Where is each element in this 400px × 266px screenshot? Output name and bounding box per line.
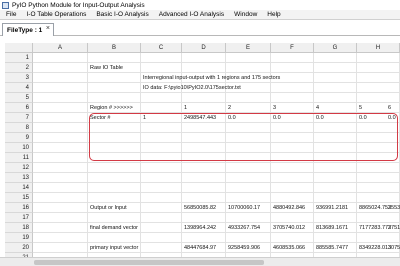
row-header-4[interactable]: 4 xyxy=(5,83,33,93)
cell-g7[interactable]: 0.0 xyxy=(315,113,324,123)
cell-f20[interactable]: 4608535.066 xyxy=(272,243,305,253)
row-header-2[interactable]: 2 xyxy=(5,63,33,73)
gridline-horizontal xyxy=(33,152,400,153)
row-header-16[interactable]: 16 xyxy=(5,203,33,213)
menu-window[interactable]: Window xyxy=(234,11,257,18)
cell-e20[interactable]: 9258459.906 xyxy=(227,243,260,253)
menu-advanced-io-analysis[interactable]: Advanced I-O Analysis xyxy=(159,11,224,18)
column-header-h[interactable]: H xyxy=(357,43,400,53)
menu-bar: File I-O Table Operations Basic I-O Anal… xyxy=(0,10,400,20)
cell-b20[interactable]: primary input vector xyxy=(89,243,138,253)
row-header-7[interactable]: 7 xyxy=(5,113,33,123)
column-header-d[interactable]: D xyxy=(182,43,226,53)
cell-e6[interactable]: 2 xyxy=(227,103,231,113)
cell-g18[interactable]: 813689.1671 xyxy=(315,223,348,233)
cell-d6[interactable]: 1 xyxy=(183,103,187,113)
app-icon xyxy=(2,1,9,9)
scrollbar-thumb[interactable] xyxy=(34,260,264,265)
cell-b2[interactable]: Raw IO Table xyxy=(89,63,123,73)
row-header-15[interactable]: 15 xyxy=(5,193,33,203)
column-header-f[interactable]: F xyxy=(271,43,314,53)
menu-help[interactable]: Help xyxy=(267,11,280,18)
cell-h7[interactable]: 0.0 xyxy=(358,113,367,123)
cell-f6[interactable]: 3 xyxy=(272,103,276,113)
cell-g6[interactable]: 4 xyxy=(315,103,319,113)
title-bar: PyIO Python Module for Input-Output Anal… xyxy=(0,0,400,10)
menu-basic-io-analysis[interactable]: Basic I-O Analysis xyxy=(96,11,148,18)
window-title: PyIO Python Module for Input-Output Anal… xyxy=(12,1,145,9)
grid-corner[interactable] xyxy=(5,43,33,53)
column-header-b[interactable]: B xyxy=(88,43,141,53)
cell-e7[interactable]: 0.0 xyxy=(227,113,236,123)
gridline-horizontal xyxy=(33,192,400,193)
row-header-12[interactable]: 12 xyxy=(5,163,33,173)
row-header-3[interactable]: 3 xyxy=(5,73,33,83)
cell-d7[interactable]: 2498547.443 xyxy=(183,113,216,123)
column-header-g[interactable]: G xyxy=(314,43,357,53)
cell-f16[interactable]: 4880492.846 xyxy=(272,203,305,213)
row-header-6[interactable]: 6 xyxy=(5,103,33,113)
cell-f7[interactable]: 0.0 xyxy=(272,113,281,123)
cell-i7[interactable]: 0.0 xyxy=(387,113,396,123)
menu-io-table-operations[interactable]: I-O Table Operations xyxy=(26,11,86,18)
cell-i16[interactable]: 35538 xyxy=(387,203,400,213)
cell-d20[interactable]: 48447684.97 xyxy=(183,243,216,253)
row-header-13[interactable]: 13 xyxy=(5,173,33,183)
tab-filetype-1[interactable]: FileType : 1 × xyxy=(2,23,54,36)
cell-d16[interactable]: 56850085.82 xyxy=(183,203,216,213)
row-header-18[interactable]: 18 xyxy=(5,223,33,233)
row-header-11[interactable]: 11 xyxy=(5,153,33,163)
cell-e18[interactable]: 4933267.754 xyxy=(227,223,260,233)
gridline-horizontal xyxy=(33,172,400,173)
row-header-19[interactable]: 19 xyxy=(5,233,33,243)
row-header-17[interactable]: 17 xyxy=(5,213,33,223)
cell-c3[interactable]: Interregional input-output with 1 region… xyxy=(142,73,280,83)
cell-e16[interactable]: 10700060.17 xyxy=(227,203,260,213)
tab-close-icon[interactable]: × xyxy=(46,25,50,32)
cell-i20[interactable]: 30753 xyxy=(387,243,400,253)
cell-b18[interactable]: final demand vector xyxy=(89,223,138,233)
row-header-10[interactable]: 10 xyxy=(5,143,33,153)
cell-f18[interactable]: 3705740.012 xyxy=(272,223,305,233)
cell-h6[interactable]: 5 xyxy=(358,103,362,113)
row-header-9[interactable]: 9 xyxy=(5,133,33,143)
row-header-20[interactable]: 20 xyxy=(5,243,33,253)
column-header-c[interactable]: C xyxy=(141,43,182,53)
cell-g20[interactable]: 885585.7477 xyxy=(315,243,348,253)
cell-g16[interactable]: 936991.2181 xyxy=(315,203,348,213)
gridline-horizontal xyxy=(33,142,400,143)
cell-b6[interactable]: Region # >>>>>> xyxy=(89,103,133,113)
row-header-1[interactable]: 1 xyxy=(5,53,33,63)
gridline-horizontal xyxy=(33,162,400,163)
gridline-horizontal xyxy=(33,182,400,183)
cell-i18[interactable]: 27510 xyxy=(387,223,400,233)
tab-bar: FileType : 1 × xyxy=(0,21,400,36)
horizontal-scrollbar[interactable] xyxy=(0,257,400,266)
gridline-horizontal xyxy=(33,132,400,133)
cell-c4[interactable]: IO data: F:\pyio10\PyIO2.0\175sector.txt xyxy=(142,83,241,93)
cell-c7[interactable]: 1 xyxy=(142,113,146,123)
cell-i6[interactable]: 6 xyxy=(387,103,391,113)
column-header-e[interactable]: E xyxy=(226,43,271,53)
spreadsheet-grid[interactable]: ABCDEFGH12345678910111213141516171819202… xyxy=(0,37,400,266)
column-header-a[interactable]: A xyxy=(33,43,88,53)
row-header-8[interactable]: 8 xyxy=(5,123,33,133)
row-header-5[interactable]: 5 xyxy=(5,93,33,103)
menu-file[interactable]: File xyxy=(6,11,16,18)
cell-b7[interactable]: Sector # xyxy=(89,113,110,123)
row-header-14[interactable]: 14 xyxy=(5,183,33,193)
tab-label: FileType : 1 xyxy=(7,26,43,34)
cell-d18[interactable]: 1398964.242 xyxy=(183,223,216,233)
cell-b16[interactable]: Output or Input xyxy=(89,203,127,213)
